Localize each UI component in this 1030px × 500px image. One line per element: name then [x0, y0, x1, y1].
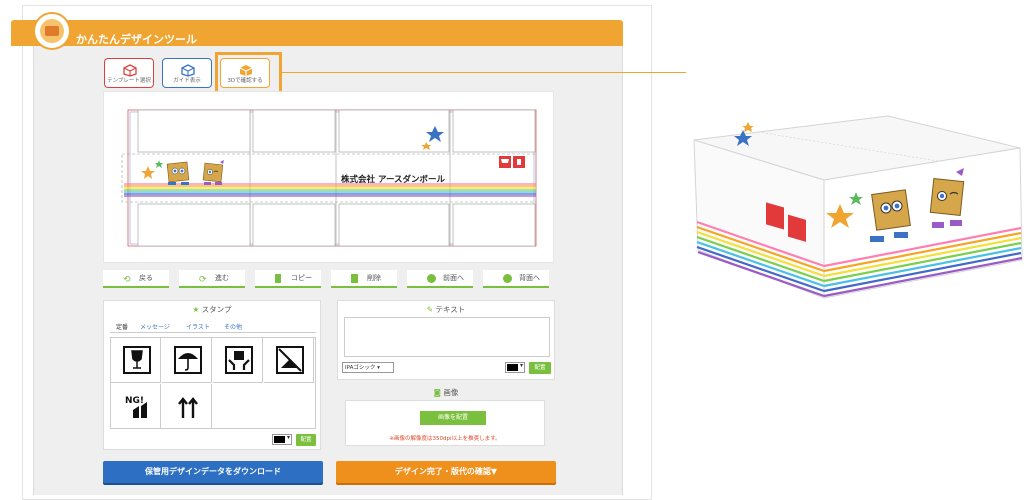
stamp-this-way-up[interactable]	[162, 384, 212, 428]
guide-toggle-button[interactable]: ガイド表示	[162, 58, 212, 88]
company-name-text[interactable]: 株式会社 アースダンボール	[341, 173, 445, 185]
stamp-ng-stack[interactable]: NG!	[111, 384, 161, 428]
text-panel: ✎ テキスト IPAゴシック ▾ 配置	[337, 300, 555, 380]
bring-front-icon	[427, 274, 436, 283]
box-character-girl-icon	[202, 160, 224, 185]
handle-with-care-icon	[225, 346, 253, 374]
fragile-icon	[123, 346, 151, 374]
design-complete-button[interactable]: デザイン完了・版代の確認▼	[336, 461, 556, 483]
highlight-frame	[215, 52, 282, 95]
template-select-button[interactable]: テンプレート選択	[104, 58, 154, 88]
keep-dry-icon	[174, 346, 202, 374]
font-select[interactable]: IPAゴシック ▾	[342, 362, 394, 373]
ng-stack-icon: NG!	[125, 396, 147, 418]
box-net-drawing	[121, 109, 537, 247]
text-input[interactable]	[344, 317, 550, 357]
text-place-button[interactable]: 配置	[529, 362, 551, 374]
box-character-icon	[166, 161, 190, 185]
no-hook-icon	[276, 346, 304, 374]
image-upload-area: 画像を配置 ※画像の解像度は350dpi以上を推奨します。	[345, 400, 545, 446]
stamp-fragile[interactable]	[111, 338, 161, 383]
delete-button[interactable]: 削除	[331, 270, 397, 288]
guide-toggle-label: ガイド表示	[173, 78, 201, 84]
template-select-label: テンプレート選択	[107, 78, 151, 84]
undo-button[interactable]: ⟲ 戻る	[103, 270, 169, 288]
stamp-panel: ★ スタンプ 定番 メッセージ イラスト その他 NG! ▾ 配置	[103, 300, 321, 450]
star-icon: ★	[192, 305, 200, 314]
tab-illustration[interactable]: イラスト	[186, 322, 210, 331]
stamp-color-picker[interactable]	[272, 434, 292, 445]
stamp-handle-care[interactable]	[213, 338, 263, 383]
edit-bar: ⟲ 戻る ⟳ 進む コピー 削除 前面へ 背面へ	[103, 270, 554, 288]
pen-icon: ✎	[426, 305, 434, 314]
text-panel-title: テキスト	[435, 305, 466, 314]
tab-standard[interactable]: 定番	[116, 322, 128, 331]
svg-text:NG!: NG!	[125, 396, 144, 406]
callout-line	[282, 72, 686, 73]
send-back-icon	[503, 274, 512, 283]
bring-front-button[interactable]: 前面へ	[407, 270, 473, 288]
tab-message[interactable]: メッセージ	[140, 322, 170, 331]
image-panel: ◙ 画像 画像を配置 ※画像の解像度は350dpi以上を推奨します。	[337, 385, 555, 450]
redo-icon: ⟳	[199, 275, 207, 285]
design-canvas[interactable]: 株式会社 アースダンボール	[103, 91, 554, 263]
tab-other[interactable]: その他	[224, 322, 242, 331]
camera-icon: ◙	[433, 388, 441, 397]
stamp-tabs: 定番 メッセージ イラスト その他	[110, 319, 316, 333]
app-title: かんたんデザインツール	[76, 33, 197, 46]
stamp-place-button[interactable]: 配置	[296, 434, 316, 446]
copy-button[interactable]: コピー	[255, 270, 321, 288]
resolution-note: ※画像の解像度は350dpi以上を推奨します。	[389, 436, 501, 442]
send-back-button[interactable]: 背面へ	[483, 270, 549, 288]
stamp-grid: NG!	[110, 337, 316, 429]
box-3d-preview	[688, 100, 1028, 310]
trash-icon	[351, 274, 358, 283]
text-color-picker[interactable]	[505, 362, 525, 373]
app-logo	[33, 12, 71, 50]
copy-icon	[275, 274, 281, 283]
star-icon	[155, 160, 163, 168]
place-image-button[interactable]: 画像を配置	[420, 411, 486, 425]
redo-button[interactable]: ⟳ 進む	[179, 270, 245, 288]
stamp-keep-dry[interactable]	[162, 338, 212, 383]
download-design-button[interactable]: 保管用デザインデータをダウンロード	[103, 461, 323, 483]
this-way-up-icon	[178, 397, 198, 418]
star-icon	[141, 166, 155, 179]
image-panel-title: 画像	[443, 388, 459, 397]
stamp-panel-title: スタンプ	[201, 305, 232, 314]
stamp-no-hook[interactable]	[264, 338, 314, 383]
undo-icon: ⟲	[123, 275, 131, 285]
